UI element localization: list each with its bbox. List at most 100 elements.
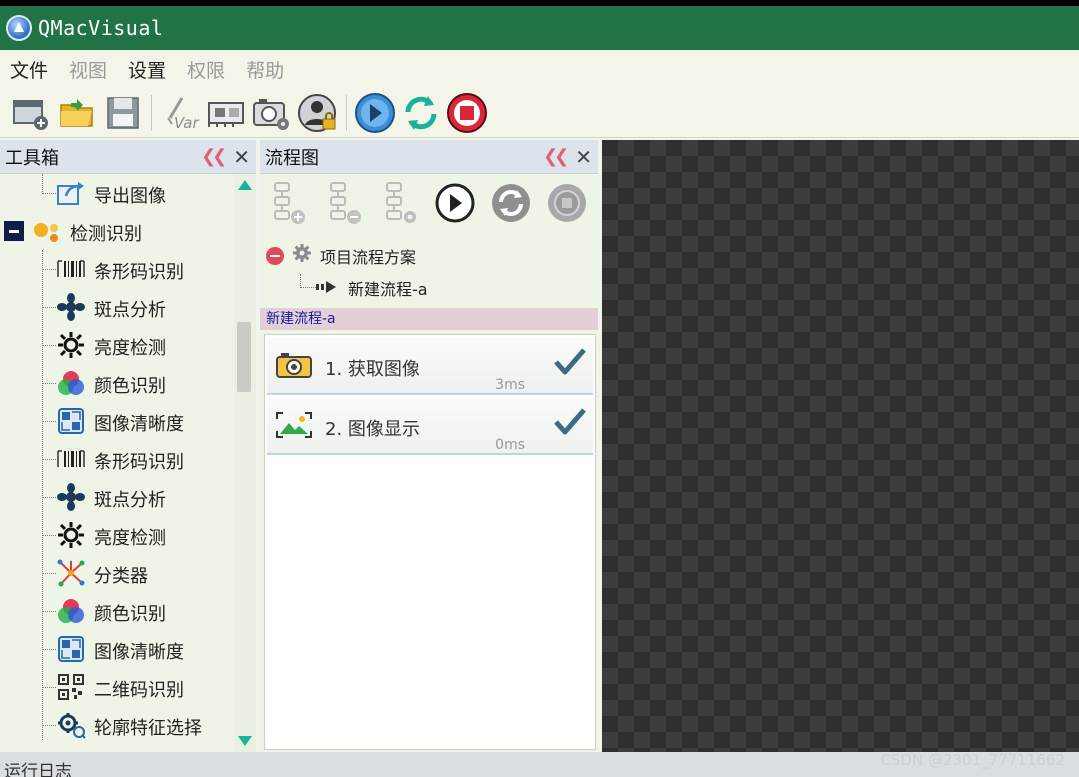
tree-item-label: 轮廓特征选择 (94, 718, 202, 739)
project-root[interactable]: 项目流程方案 (266, 244, 416, 268)
tree-item-sharpness[interactable]: 图像清晰度 (0, 402, 234, 440)
menu-file[interactable]: 文件 (10, 56, 48, 83)
flow-collapse-icon[interactable]: ❮❮ (543, 146, 569, 167)
tree-item-label: 颜色识别 (94, 376, 166, 397)
project-tree: 项目流程方案 新建流程-a (260, 236, 598, 306)
stop-button[interactable] (444, 91, 490, 135)
tree-group-detection[interactable]: 检测识别 (0, 212, 234, 250)
tree-connector (42, 383, 56, 384)
arrow-right-icon (316, 279, 338, 298)
add-flow-button[interactable] (264, 180, 310, 226)
tree-item-qrcode[interactable]: 二维码识别 (0, 668, 234, 706)
tree-connector (42, 687, 56, 688)
flow-step-row[interactable]: 2. 图像显示 0ms (267, 397, 593, 455)
open-project-button[interactable] (54, 91, 100, 135)
variable-button[interactable]: Var (157, 91, 203, 135)
toolbox-close-icon[interactable]: ✕ (233, 145, 250, 169)
menu-help[interactable]: 帮助 (246, 56, 284, 83)
tree-connector (42, 573, 56, 574)
tree-connector (42, 345, 56, 346)
new-project-button[interactable] (8, 91, 54, 135)
flow-run-button[interactable] (432, 180, 478, 226)
tree-item-color[interactable]: 颜色识别 (0, 592, 234, 630)
run-button[interactable] (352, 91, 398, 135)
image-display-icon (275, 411, 313, 439)
project-label: 项目流程方案 (320, 248, 417, 267)
watermark: CSDN @2301_77711662 (880, 751, 1065, 769)
tree-item-label: 颜色识别 (94, 604, 166, 625)
scroll-up-icon[interactable] (238, 180, 252, 190)
flow-step-time: 3ms (495, 377, 525, 393)
tree-item-export-image[interactable]: 导出图像 (0, 174, 234, 212)
variable-icon: Var (167, 96, 199, 132)
menu-view[interactable]: 视图 (69, 56, 107, 83)
save-icon (107, 96, 139, 129)
log-label: 运行日志 (4, 762, 72, 777)
flow-tree-item[interactable]: 新建流程-a (300, 274, 428, 300)
tree-item-label: 二维码识别 (94, 680, 184, 701)
brightness-icon (56, 521, 86, 549)
new-project-icon (13, 99, 48, 130)
run-icon (355, 92, 395, 133)
remove-flow-button[interactable] (320, 180, 366, 226)
loop-run-icon (405, 95, 437, 130)
toolbox-panel: 导出图像 检测识别 条形码识别 斑点分析 亮度检测 颜色识别 图像清晰度 条形码… (0, 174, 256, 752)
camera-settings-button[interactable] (249, 91, 295, 135)
tree-item-classifier[interactable]: 分类器 (0, 554, 234, 592)
device-card-icon (208, 101, 244, 127)
flow-step-row[interactable]: 1. 获取图像 3ms (267, 337, 593, 395)
svg-text:Var: Var (174, 114, 199, 132)
flow-settings-button[interactable] (376, 180, 422, 226)
toolbox-collapse-icon[interactable]: ❮❮ (201, 146, 227, 167)
tree-item-contour[interactable]: 轮廓特征选择 (0, 706, 234, 744)
flow-panel-header: 流程图 ❮❮ ✕ (260, 140, 598, 174)
qrcode-icon (56, 673, 86, 701)
barcode-icon (56, 255, 86, 283)
node-settings-icon (386, 182, 416, 223)
tree-item-blob[interactable]: 斑点分析 (0, 288, 234, 326)
tree-connector (42, 421, 56, 422)
collapse-minus-icon[interactable] (266, 247, 284, 265)
menu-settings[interactable]: 设置 (128, 56, 166, 83)
flow-loop-button[interactable] (488, 180, 534, 226)
title-bar: QMacVisual (0, 6, 1079, 50)
toolbox-scrollbar[interactable] (234, 174, 256, 752)
app-logo-icon (6, 15, 32, 41)
tree-item-color[interactable]: 颜色识别 (0, 364, 234, 402)
scroll-down-icon[interactable] (238, 736, 252, 746)
classifier-icon (56, 559, 86, 587)
tree-item-brightness[interactable]: 亮度检测 (0, 516, 234, 554)
tree-item-label: 亮度检测 (94, 528, 166, 549)
flow-close-icon[interactable]: ✕ (575, 145, 592, 169)
user-permission-button[interactable] (295, 91, 341, 135)
loop-run-button[interactable] (398, 91, 444, 135)
tree-item-barcode[interactable]: 条形码识别 (0, 440, 234, 478)
sharpness-icon (56, 635, 86, 663)
tree-item-sharpness[interactable]: 图像清晰度 (0, 630, 234, 668)
tree-item-label: 条形码识别 (94, 262, 184, 283)
tree-connector (42, 611, 56, 612)
tree-connector (42, 535, 56, 536)
collapse-minus-icon[interactable] (4, 221, 24, 241)
flow-title: 流程图 (265, 147, 319, 169)
menu-permissions[interactable]: 权限 (187, 56, 225, 83)
tree-item-label: 导出图像 (94, 186, 166, 207)
scroll-thumb[interactable] (237, 322, 251, 392)
blob-icon (56, 483, 86, 511)
save-button[interactable] (100, 91, 146, 135)
tree-item-brightness[interactable]: 亮度检测 (0, 326, 234, 364)
remove-node-icon (330, 182, 361, 224)
flow-name-label: 新建流程-a (348, 280, 428, 299)
tree-connector (42, 269, 56, 270)
tree-item-barcode[interactable]: 条形码识别 (0, 250, 234, 288)
toolbar: Var (0, 88, 1079, 138)
flow-stop-button[interactable] (544, 180, 590, 226)
image-canvas[interactable] (602, 140, 1079, 752)
toolbox-panel-header: 工具箱 ❮❮ ✕ (0, 140, 256, 174)
camera-settings-icon (253, 98, 289, 130)
toolbar-separator (151, 94, 152, 131)
tree-item-blob[interactable]: 斑点分析 (0, 478, 234, 516)
tree-group-label: 检测识别 (70, 224, 142, 245)
blob-icon (56, 293, 86, 321)
device-button[interactable] (203, 91, 249, 135)
